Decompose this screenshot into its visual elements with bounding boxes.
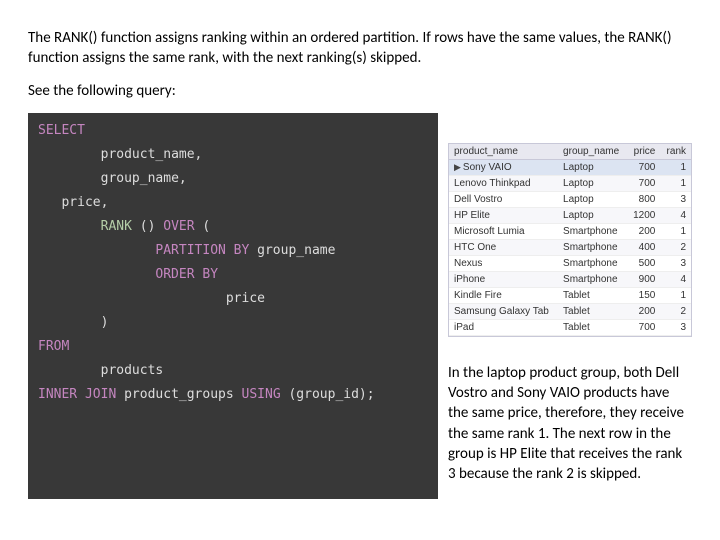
table-cell: 700 <box>627 319 661 335</box>
intro-paragraph: The RANK() function assigns ranking with… <box>28 28 692 69</box>
table-cell: Smartphone <box>558 271 627 287</box>
sql-code-block: SELECT product_name, group_name, price, … <box>28 113 438 500</box>
table-cell: Samsung Galaxy Tab <box>449 303 558 319</box>
kw-partition: PARTITION BY <box>155 243 249 258</box>
table-cell: HTC One <box>449 239 558 255</box>
table-cell: 150 <box>627 287 661 303</box>
table-cell: Microsoft Lumia <box>449 223 558 239</box>
table-cell: 2 <box>660 303 691 319</box>
table-row: Microsoft LumiaSmartphone2001 <box>449 223 691 239</box>
code-text: group_name <box>249 243 335 258</box>
table-cell: Tablet <box>558 287 627 303</box>
table-cell: ▶Sony VAIO <box>449 159 558 175</box>
right-column: product_name group_name price rank ▶Sony… <box>448 113 692 500</box>
table-cell: 200 <box>627 223 661 239</box>
table-cell: 3 <box>660 191 691 207</box>
table-cell: Smartphone <box>558 223 627 239</box>
col-price: price <box>627 144 661 160</box>
kw-orderby: ORDER BY <box>155 267 218 282</box>
table-row: NexusSmartphone5003 <box>449 255 691 271</box>
table-row: HTC OneSmartphone4002 <box>449 239 691 255</box>
result-table: product_name group_name price rank ▶Sony… <box>449 144 691 336</box>
table-cell: Laptop <box>558 191 627 207</box>
code-text: () <box>132 219 163 234</box>
table-cell: Tablet <box>558 303 627 319</box>
table-cell: iPhone <box>449 271 558 287</box>
table-cell: 1 <box>660 159 691 175</box>
table-cell: Smartphone <box>558 239 627 255</box>
fn-rank: RANK <box>101 219 132 234</box>
table-cell: Laptop <box>558 159 627 175</box>
explanation: In the laptop product group, both Dell V… <box>448 363 692 485</box>
kw-from: FROM <box>38 339 69 354</box>
table-cell: 3 <box>660 255 691 271</box>
table-cell: 4 <box>660 271 691 287</box>
result-table-wrap: product_name group_name price rank ▶Sony… <box>448 143 692 337</box>
table-row: HP EliteLaptop12004 <box>449 207 691 223</box>
table-cell: Tablet <box>558 319 627 335</box>
table-cell: 1 <box>660 287 691 303</box>
table-row: Lenovo ThinkpadLaptop7001 <box>449 175 691 191</box>
table-cell: 2 <box>660 239 691 255</box>
table-row: iPhoneSmartphone9004 <box>449 271 691 287</box>
table-cell: Smartphone <box>558 255 627 271</box>
code-text: ) <box>101 315 109 330</box>
table-cell: 1 <box>660 223 691 239</box>
table-cell: HP Elite <box>449 207 558 223</box>
table-cell: 200 <box>627 303 661 319</box>
code-text: group_name, <box>101 171 187 186</box>
table-body: ▶Sony VAIOLaptop7001Lenovo ThinkpadLapto… <box>449 159 691 335</box>
table-row: Kindle FireTablet1501 <box>449 287 691 303</box>
content-row: SELECT product_name, group_name, price, … <box>28 113 692 500</box>
col-rank: rank <box>660 144 691 160</box>
code-text: product_groups <box>116 387 241 402</box>
table-cell: Kindle Fire <box>449 287 558 303</box>
code-text: price, <box>61 195 108 210</box>
table-cell: 4 <box>660 207 691 223</box>
code-text: product_name, <box>101 147 203 162</box>
table-cell: iPad <box>449 319 558 335</box>
table-cell: 800 <box>627 191 661 207</box>
table-row: Dell VostroLaptop8003 <box>449 191 691 207</box>
kw-over: OVER <box>163 219 194 234</box>
table-cell: Laptop <box>558 207 627 223</box>
table-cell: 900 <box>627 271 661 287</box>
code-text: ( <box>195 219 211 234</box>
table-cell: Lenovo Thinkpad <box>449 175 558 191</box>
col-group: group_name <box>558 144 627 160</box>
table-cell: Laptop <box>558 175 627 191</box>
table-cell: 1 <box>660 175 691 191</box>
table-cell: Nexus <box>449 255 558 271</box>
kw-using: USING <box>242 387 281 402</box>
table-row: Samsung Galaxy TabTablet2002 <box>449 303 691 319</box>
table-row: ▶Sony VAIOLaptop7001 <box>449 159 691 175</box>
lead-in: See the following query: <box>28 81 692 101</box>
table-cell: 400 <box>627 239 661 255</box>
code-text: price <box>226 291 265 306</box>
table-cell: 500 <box>627 255 661 271</box>
code-text: products <box>101 363 164 378</box>
kw-join: INNER JOIN <box>38 387 116 402</box>
table-row: iPadTablet7003 <box>449 319 691 335</box>
table-cell: 700 <box>627 175 661 191</box>
code-text: (group_id); <box>281 387 375 402</box>
col-product: product_name <box>449 144 558 160</box>
kw-select: SELECT <box>38 123 85 138</box>
table-cell: 700 <box>627 159 661 175</box>
table-cell: 3 <box>660 319 691 335</box>
table-cell: 1200 <box>627 207 661 223</box>
table-cell: Dell Vostro <box>449 191 558 207</box>
